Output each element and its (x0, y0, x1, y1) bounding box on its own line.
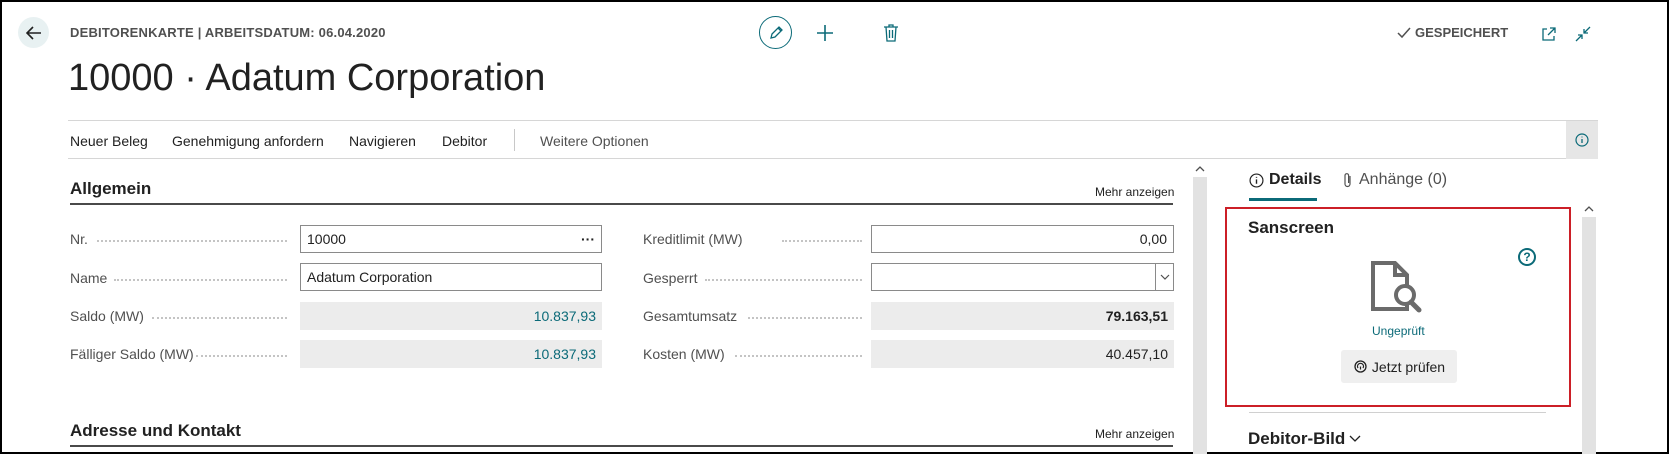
collapse-button[interactable] (1571, 22, 1595, 46)
field-label-costs: Kosten (MW) (643, 346, 725, 362)
tab-attachments[interactable]: Anhänge (0) (1342, 171, 1447, 189)
check-now-label: Jetzt prüfen (1371, 358, 1446, 375)
sanscreen-status-link[interactable]: Ungeprüft (1372, 324, 1425, 338)
field-label-credit-limit: Kreditlimit (MW) (643, 231, 743, 247)
field-label-balance: Saldo (MW) (70, 308, 144, 324)
open-in-new-window-icon (1542, 27, 1556, 41)
due-balance-value-link[interactable]: 10.837,93 (534, 346, 596, 362)
blocked-select[interactable] (871, 263, 1174, 291)
field-label-total-sales: Gesamtumsatz (643, 308, 738, 324)
info-icon (1249, 172, 1264, 188)
total-sales-field: 79.163,51 (871, 302, 1174, 330)
action-divider (514, 129, 515, 151)
trash-icon (884, 24, 898, 42)
back-button[interactable] (18, 17, 49, 48)
general-show-more-link[interactable]: Mehr anzeigen (1095, 185, 1174, 199)
check-now-button[interactable]: Jetzt prüfen (1341, 350, 1457, 383)
scan-icon (1354, 360, 1367, 373)
section-divider (70, 445, 1173, 447)
factbox-scroll-up-button[interactable] (1582, 203, 1596, 215)
action-request-approval[interactable]: Genehmigung anfordern (172, 133, 324, 149)
total-sales-value: 79.163,51 (1105, 308, 1168, 324)
action-more-options[interactable]: Weitere Optionen (540, 133, 649, 149)
info-icon (1575, 133, 1589, 147)
dropdown-arrow[interactable] (1155, 264, 1173, 290)
saved-indicator: GESPEICHERT (1397, 25, 1508, 40)
active-tab-indicator (1249, 198, 1317, 201)
customer-no-input[interactable]: 10000 ··· (300, 225, 602, 253)
add-button[interactable] (813, 21, 837, 45)
customer-picture-title: Debitor-Bild (1248, 429, 1346, 448)
costs-value: 40.457,10 (1105, 346, 1168, 362)
due-balance-field: 10.837,93 (300, 340, 602, 368)
document-search-icon (1369, 261, 1429, 318)
page-caption: DEBITORENKARTE | ARBEITSDATUM: 06.04.202… (70, 25, 386, 40)
page-title: 10000 · Adatum Corporation (68, 57, 546, 99)
plus-icon (817, 25, 833, 41)
sanscreen-title: Sanscreen (1248, 218, 1334, 237)
label-leader (152, 317, 287, 319)
customer-name-input[interactable]: Adatum Corporation (300, 263, 602, 291)
arrow-left-icon (25, 25, 41, 40)
customer-picture-header[interactable]: Debitor-Bild (1248, 429, 1361, 449)
tab-details-label: Details (1269, 171, 1322, 188)
costs-field: 40.457,10 (871, 340, 1174, 368)
credit-limit-input[interactable]: 0,00 (871, 225, 1174, 253)
address-show-more-link[interactable]: Mehr anzeigen (1095, 427, 1174, 441)
label-leader (735, 355, 862, 357)
action-bar: Neuer Beleg Genehmigung anfordern Navigi… (68, 120, 1598, 159)
customer-no-value: 10000 (307, 231, 346, 247)
help-icon[interactable]: ? (1518, 248, 1536, 266)
customer-name-value: Adatum Corporation (307, 269, 433, 285)
chevron-down-icon (1160, 274, 1169, 280)
lookup-ellipsis-button[interactable]: ··· (581, 231, 595, 247)
tab-attachments-label: Anhänge (0) (1359, 171, 1448, 188)
label-leader (97, 240, 287, 242)
checkmark-icon (1397, 27, 1411, 38)
factbox-scrollbar[interactable] (1582, 217, 1596, 454)
action-navigate[interactable]: Navigieren (349, 133, 416, 149)
collapse-arrows-icon (1575, 26, 1591, 42)
action-customer[interactable]: Debitor (442, 133, 487, 149)
delete-button[interactable] (879, 21, 903, 45)
label-leader (196, 355, 287, 357)
balance-field: 10.837,93 (300, 302, 602, 330)
label-leader (705, 279, 862, 281)
main-scroll-up-button[interactable] (1193, 163, 1207, 175)
edit-button[interactable] (759, 16, 792, 49)
field-label-due-balance: Fälliger Saldo (MW) (70, 346, 194, 362)
chevron-up-icon (1195, 166, 1205, 172)
open-new-window-button[interactable] (1537, 22, 1561, 46)
main-scrollbar[interactable] (1193, 177, 1207, 454)
chevron-up-icon (1584, 206, 1594, 212)
factbox-divider (1249, 412, 1546, 413)
saved-label: GESPEICHERT (1415, 25, 1509, 40)
action-new-document[interactable]: Neuer Beleg (70, 133, 148, 149)
factbox-toggle-button[interactable] (1566, 121, 1598, 159)
section-divider (70, 203, 1173, 205)
section-title-general: Allgemein (70, 179, 152, 198)
label-leader (114, 279, 287, 281)
section-title-address: Adresse und Kontakt (70, 421, 241, 440)
field-label-blocked: Gesperrt (643, 270, 698, 286)
field-label-no: Nr. (70, 231, 88, 247)
chevron-down-icon (1349, 435, 1361, 442)
paperclip-icon (1344, 172, 1351, 187)
field-label-name: Name (70, 270, 108, 286)
balance-value-link[interactable]: 10.837,93 (534, 308, 596, 324)
credit-limit-value: 0,00 (1139, 231, 1167, 247)
label-leader (782, 240, 862, 242)
tab-details[interactable]: Details (1249, 171, 1321, 189)
pencil-icon (769, 25, 783, 39)
label-leader (748, 317, 862, 319)
